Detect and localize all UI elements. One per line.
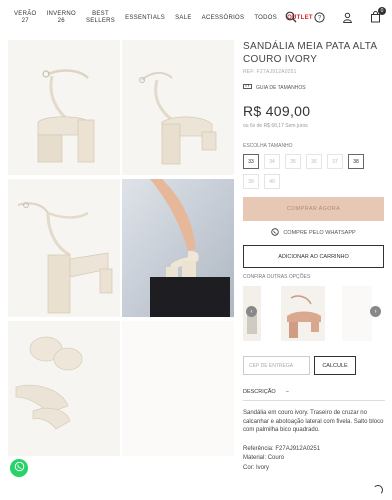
chevron-right-icon: › — [374, 308, 377, 315]
add-to-cart-button[interactable]: ADICIONAR AO CARRINHO — [243, 245, 384, 268]
product-image-side[interactable] — [122, 40, 234, 175]
buy-now-button[interactable]: COMPRAR AGORA — [243, 197, 384, 221]
description-heading: DESCRIÇÃO — [243, 389, 276, 395]
header-icons: ? 0 — [284, 7, 386, 24]
product-image-detail[interactable] — [8, 321, 120, 456]
size-selector: 33 34 35 36 37 38 39 40 — [243, 154, 383, 189]
product-info: SANDÁLIA MEIA PATA ALTA COURO IVORY REF:… — [243, 40, 385, 473]
option-thumbnail[interactable] — [281, 286, 325, 341]
carousel-prev-button[interactable]: ‹ — [246, 306, 257, 317]
size-guide-link[interactable]: GUIA DE TAMANHOS — [243, 84, 385, 91]
spec-list: Referência: F27AJ912A0251 Material: Cour… — [243, 445, 385, 473]
size-option[interactable]: 37 — [327, 154, 343, 169]
product-image-back[interactable] — [8, 179, 120, 317]
product-image-model[interactable] — [122, 179, 234, 317]
ruler-icon — [243, 84, 252, 91]
main-nav: VERÃO 27 INVERNO 26 BEST SELLERS ESSENTIALS… — [0, 11, 313, 25]
minus-icon: − — [285, 389, 289, 395]
nav-item-inverno[interactable]: INVERNO 26 — [47, 11, 76, 25]
svg-text:?: ? — [317, 15, 321, 21]
bag-icon[interactable]: 0 — [368, 7, 386, 24]
description-toggle[interactable]: DESCRIÇÃO − — [243, 389, 385, 401]
installments-text: ou 6x de R$ 68,17 Sem juros — [243, 123, 308, 129]
loading-spinner-icon — [373, 485, 383, 495]
carousel-next-button[interactable]: › — [370, 306, 381, 317]
size-option[interactable]: 35 — [285, 154, 301, 169]
size-option[interactable]: 40 — [264, 174, 280, 189]
product-image-front[interactable] — [8, 40, 120, 175]
nav-item-acessorios[interactable]: ACESSÓRIOS — [202, 15, 245, 22]
size-option[interactable]: 39 — [243, 174, 259, 189]
option-thumbnail[interactable] — [342, 286, 372, 341]
shipping-calculator: CALCULE — [243, 356, 385, 375]
cep-input[interactable] — [243, 356, 310, 375]
user-icon[interactable] — [340, 10, 354, 24]
calculate-button[interactable]: CALCULE — [314, 356, 356, 375]
spec-row: Material: Couro — [243, 455, 285, 462]
nav-item-verao[interactable]: VERÃO 27 — [14, 11, 37, 25]
size-option[interactable]: 34 — [264, 154, 280, 169]
nav-item-essentials[interactable]: ESSENTIALS — [125, 15, 165, 22]
product-ref: REF: F27AJ912A0251 — [243, 69, 297, 75]
size-option[interactable]: 33 — [243, 154, 259, 169]
nav-item-sale[interactable]: SALE — [175, 15, 192, 22]
size-option[interactable]: 38 — [348, 154, 364, 169]
nav-item-todos[interactable]: TODOS — [254, 15, 277, 22]
spec-row: Cor: Ivory — [243, 464, 270, 471]
size-label: ESCOLHA TAMANHO — [243, 143, 293, 149]
nav-item-best-sellers[interactable]: BEST SELLERS — [86, 11, 115, 25]
top-header: VERÃO 27 INVERNO 26 BEST SELLERS ESSENTIALS… — [0, 0, 392, 36]
cart-count-badge: 0 — [378, 7, 386, 15]
spec-row: Referência: F27AJ912A0251 — [243, 446, 321, 453]
help-icon[interactable]: ? — [312, 10, 326, 24]
whatsapp-icon — [14, 459, 25, 477]
whatsapp-icon — [271, 228, 280, 238]
search-icon[interactable] — [284, 10, 298, 24]
product-title: SANDÁLIA MEIA PATA ALTA COURO IVORY — [243, 41, 377, 65]
other-options-carousel: ‹ › — [243, 284, 384, 344]
whatsapp-buy-button[interactable]: COMPRE PELO WHATSAPP — [243, 225, 384, 241]
product-price: R$ 409,00 — [243, 103, 311, 119]
description-text: Sandália em couro ivory. Traseiro de cru… — [243, 410, 384, 434]
chevron-left-icon: ‹ — [250, 308, 253, 315]
whatsapp-float-button[interactable] — [10, 459, 28, 477]
other-options-label: CONFIRA OUTRAS OPÇÕES — [243, 274, 311, 280]
product-image-extra[interactable] — [122, 321, 234, 456]
size-option[interactable]: 36 — [306, 154, 322, 169]
